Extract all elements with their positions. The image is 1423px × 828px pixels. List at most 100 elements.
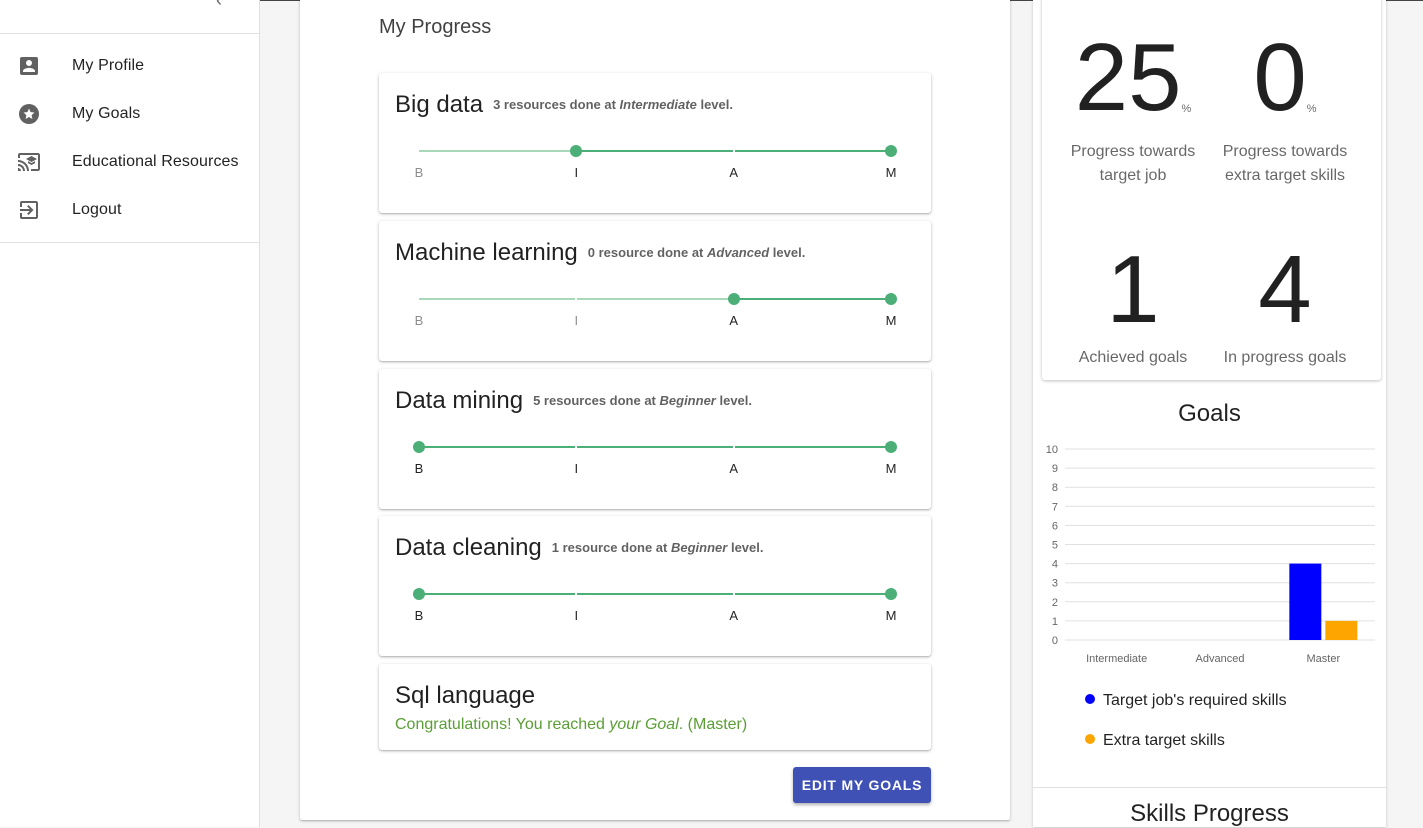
skill-name: Big data 3 resources done at Intermediate… <box>395 91 733 119</box>
x-tick-label: Advanced <box>1196 653 1245 665</box>
level-mark-label: B <box>414 461 424 476</box>
y-tick-label: 6 <box>1052 520 1058 532</box>
slider-thumb-goal[interactable] <box>885 441 897 453</box>
x-tick-label: Intermediate <box>1086 653 1147 665</box>
level-mark-label: A <box>729 461 738 476</box>
skill-level-slider[interactable]: BIAM <box>415 293 897 334</box>
skill-resources-meta: 1 resource done at Beginner level. <box>552 540 764 555</box>
sidebar: ‹ My Profile My Goals Educational Resour… <box>0 0 260 827</box>
skill-card: Data cleaning 1 resource done at Beginner… <box>379 516 931 656</box>
skill-level-slider[interactable]: BIAM <box>415 145 897 186</box>
skill-name: Sql language <box>395 682 536 709</box>
slider-tick <box>575 445 578 449</box>
stat-label: Progress towards target job <box>1058 140 1208 188</box>
skill-card: Machine learning 0 resource done at Advan… <box>379 221 931 361</box>
skill-name: Data mining 5 resources done at Beginner … <box>395 387 752 415</box>
level-mark-label: I <box>574 165 579 180</box>
chevron-left-icon[interactable]: ‹ <box>216 0 236 10</box>
sidebar-item-my-profile[interactable]: My Profile <box>0 42 259 90</box>
stat-label: In progress goals <box>1223 349 1347 366</box>
y-tick-label: 0 <box>1052 635 1058 647</box>
meta-prefix: 0 resource done at <box>587 245 704 260</box>
stat-extra-skills: 0% Progress towards extra target skills <box>1210 30 1360 188</box>
level-mark-label: M <box>885 313 897 328</box>
bar-extra-skills <box>1325 620 1358 640</box>
y-tick-label: 4 <box>1052 559 1058 571</box>
legend-item-target-job[interactable]: Target job's required skills <box>1085 692 1287 710</box>
slider-tick <box>732 592 735 596</box>
meta-prefix: 5 resources done at <box>533 393 656 408</box>
slider-track-active <box>419 593 891 595</box>
exit-to-app-icon <box>20 201 38 219</box>
meta-level-name: Beginner <box>671 540 728 555</box>
cast-for-education-icon <box>18 153 40 171</box>
goal-message-emphasis: your Goal <box>609 716 679 733</box>
y-tick-label: 1 <box>1052 616 1058 628</box>
stat-label-line2: target job <box>1099 167 1167 184</box>
goal-message-suffix: . (Master) <box>678 716 748 733</box>
meta-suffix: level. <box>700 97 733 112</box>
skills-progress-title: Skills Progress <box>1130 800 1289 827</box>
meta-prefix: 1 resource done at <box>551 540 668 555</box>
stat-in-progress-goals: 4 In progress goals <box>1210 242 1360 370</box>
level-mark-label: I <box>574 313 579 328</box>
stat-label-line1: Progress towards <box>1070 143 1196 160</box>
meta-level-name: Intermediate <box>619 97 697 112</box>
y-tick-label: 9 <box>1052 463 1058 475</box>
y-tick-label: 3 <box>1052 578 1058 590</box>
sidebar-divider-bottom <box>0 242 259 243</box>
slider-thumb-goal[interactable] <box>885 293 897 305</box>
slider-thumb-current[interactable] <box>570 145 583 157</box>
goal-message-prefix: Congratulations! You reached <box>395 716 605 733</box>
goals-chart-svg: 0 1 2 3 4 5 6 7 8 9 10 Intermediate Advanced Master <box>1046 444 1375 665</box>
slider-thumb-current[interactable] <box>413 441 425 453</box>
skill-name: Data cleaning 1 resource done at Beginner… <box>395 534 764 562</box>
in-progress-goals-count: 4 <box>1258 236 1312 343</box>
slider-tick <box>732 445 735 449</box>
skill-name-text: Data cleaning <box>395 534 542 561</box>
slider-thumb-goal[interactable] <box>885 588 897 600</box>
slider-tick <box>732 149 735 153</box>
skill-level-slider[interactable]: BIAM <box>413 441 897 482</box>
meta-prefix: 3 resources done at <box>493 97 616 112</box>
slider-track-active <box>733 298 891 300</box>
slider-thumb-goal[interactable] <box>885 145 897 157</box>
skill-level-slider[interactable]: BIAM <box>413 588 897 629</box>
level-mark-label: B <box>414 608 424 623</box>
stat-label-line1: Progress towards <box>1222 143 1348 160</box>
legend-item-extra-skills[interactable]: Extra target skills <box>1085 732 1225 750</box>
y-tick-label: 7 <box>1052 501 1058 513</box>
skill-resources-meta: 5 resources done at Beginner level. <box>533 393 752 408</box>
y-tick-label: 5 <box>1052 540 1058 552</box>
skill-card: Data mining 5 resources done at Beginner … <box>379 369 931 509</box>
slider-track-done <box>419 150 577 152</box>
skill-name-text: Machine learning <box>395 239 578 266</box>
level-mark-label: I <box>574 461 579 476</box>
slider-thumb-current[interactable] <box>727 293 740 305</box>
skill-card-completed: Sql language Congratulations! You reache… <box>379 664 931 750</box>
y-tick-label: 2 <box>1052 597 1058 609</box>
stat-achieved-goals: 1 Achieved goals <box>1058 242 1208 370</box>
level-mark-label: M <box>885 165 897 180</box>
level-mark-label: B <box>414 165 424 180</box>
sidebar-divider-top <box>0 33 259 34</box>
sidebar-item-label: My Profile <box>72 57 145 74</box>
level-mark-label: M <box>885 461 897 476</box>
level-mark-label: A <box>729 313 738 328</box>
legend-label: Target job's required skills <box>1103 692 1287 709</box>
skill-resources-meta: 0 resource done at Advanced level. <box>588 245 806 260</box>
skill-card: Big data 3 resources done at Intermediate… <box>379 73 931 213</box>
edit-my-goals-button[interactable]: EDIT MY GOALS <box>793 767 931 803</box>
target-job-percent: 25 <box>1074 24 1182 131</box>
sidebar-item-my-goals[interactable]: My Goals <box>0 90 259 138</box>
stat-target-job: 25% Progress towards target job <box>1058 30 1208 188</box>
skill-name-text: Big data <box>395 91 484 118</box>
account-box-icon <box>20 57 38 75</box>
slider-tick <box>575 297 578 301</box>
sidebar-item-educational-resources[interactable]: Educational Resources <box>0 138 259 186</box>
sidebar-item-logout[interactable]: Logout <box>0 186 259 234</box>
level-mark-label: A <box>729 608 738 623</box>
y-tick-label: 10 <box>1046 444 1058 456</box>
stat-label-line2: extra target skills <box>1224 167 1346 184</box>
slider-thumb-current[interactable] <box>413 588 425 600</box>
